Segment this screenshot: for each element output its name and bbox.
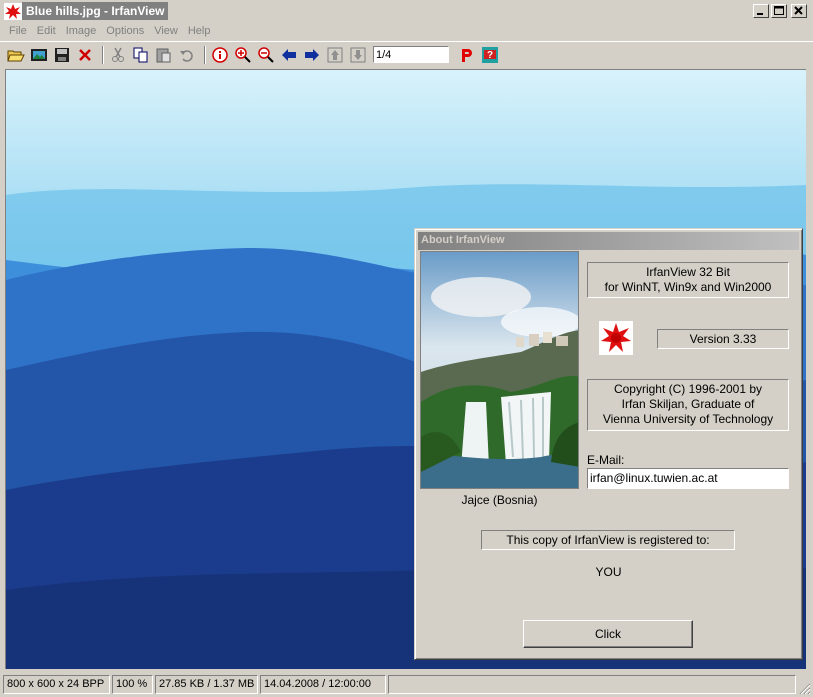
irfanview-logo-icon: [4, 3, 22, 20]
copyright-line1: Copyright (C) 1996-2001 by: [613, 382, 763, 396]
app-name-line2: for WinNT, Win9x and Win2000: [604, 280, 772, 294]
registered-name: YOU: [595, 565, 622, 579]
last-file-button[interactable]: [348, 45, 368, 65]
save-icon: [55, 47, 69, 62]
zoom-in-button[interactable]: [233, 45, 253, 65]
toolbar-separator: [102, 45, 104, 64]
dialog-title: About IrfanView: [418, 232, 799, 250]
last-file-icon: [350, 47, 366, 62]
status-dimensions: 800 x 600 x 24 BPP: [3, 675, 110, 694]
copyright-line3: Vienna University of Technology: [602, 412, 774, 426]
status-zoom: 100 %: [112, 675, 153, 694]
waterfall-photo: [420, 251, 579, 489]
menu-help[interactable]: Help: [183, 25, 216, 37]
maximize-icon: [774, 6, 784, 15]
minimize-icon: [757, 13, 763, 15]
svg-text:?: ?: [487, 50, 493, 61]
help-button[interactable]: ?: [480, 45, 500, 65]
menu-file[interactable]: File: [4, 25, 32, 37]
app-name-box: IrfanView 32 Bit for WinNT, Win9x and Wi…: [587, 262, 789, 298]
zoom-out-icon: [258, 46, 274, 63]
version-label: Version 3.33: [689, 332, 757, 346]
jajce-waterfall-image: [421, 252, 578, 488]
print-icon: [462, 48, 472, 62]
close-icon: [794, 6, 803, 15]
open-folder-icon: [7, 50, 25, 61]
next-button[interactable]: [302, 45, 322, 65]
about-dialog: About IrfanView Jajce (Bosnia) IrfanView…: [414, 228, 803, 660]
open-button[interactable]: [6, 45, 26, 65]
zoom-out-button[interactable]: [256, 45, 276, 65]
maximize-button[interactable]: [771, 4, 787, 18]
zoom-in-icon: [235, 46, 251, 63]
status-empty: [388, 675, 796, 694]
copyright-box: Copyright (C) 1996-2001 by Irfan Skiljan…: [587, 379, 789, 431]
registered-label: This copy of IrfanView is registered to:: [506, 533, 710, 547]
resize-grip-icon[interactable]: [799, 683, 811, 695]
menu-image[interactable]: Image: [61, 25, 102, 37]
email-field[interactable]: irfan@linux.tuwien.ac.at: [587, 468, 789, 489]
irfanview-logo-icon: [599, 321, 633, 355]
toolbar: ?: [0, 41, 813, 67]
close-button[interactable]: [791, 4, 807, 18]
window-title: Blue hills.jpg - IrfanView: [26, 4, 165, 18]
paste-icon: [156, 48, 171, 62]
status-date: 14.04.2008 / 12:00:00: [260, 675, 386, 694]
next-icon: [305, 48, 319, 61]
email-label: E-Mail:: [587, 453, 625, 467]
app-name-line1: IrfanView 32 Bit: [646, 265, 730, 279]
info-button[interactable]: [210, 45, 230, 65]
window-title-box: Blue hills.jpg - IrfanView: [22, 2, 169, 20]
previous-button[interactable]: [279, 45, 299, 65]
menu-bar: File Edit Image Options View Help: [0, 22, 813, 40]
copy-icon: [133, 47, 148, 62]
paste-button[interactable]: [154, 45, 174, 65]
version-box: Version 3.33: [657, 329, 789, 349]
first-file-button[interactable]: [325, 45, 345, 65]
window-controls: [751, 4, 807, 18]
save-button[interactable]: [52, 45, 72, 65]
cut-button[interactable]: [108, 45, 128, 65]
delete-icon: [79, 48, 91, 61]
help-icon: ?: [482, 46, 498, 63]
menu-edit[interactable]: Edit: [32, 25, 61, 37]
copy-button[interactable]: [131, 45, 151, 65]
menu-view[interactable]: View: [149, 25, 183, 37]
undo-button[interactable]: [177, 45, 197, 65]
previous-icon: [282, 48, 296, 61]
cut-icon: [112, 47, 124, 62]
status-file-size: 27.85 KB / 1.37 MB: [155, 675, 258, 694]
menu-options[interactable]: Options: [101, 25, 149, 37]
registered-box: This copy of IrfanView is registered to:: [481, 530, 735, 550]
title-bar: Blue hills.jpg - IrfanView: [0, 0, 813, 22]
slideshow-button[interactable]: [29, 45, 49, 65]
photo-caption: Jajce (Bosnia): [461, 493, 538, 507]
click-button[interactable]: Click: [523, 620, 693, 648]
slideshow-icon: [31, 48, 47, 61]
undo-icon: [180, 49, 193, 62]
toolbar-separator: [204, 45, 206, 64]
first-file-icon: [327, 47, 343, 62]
status-bar: 800 x 600 x 24 BPP 100 % 27.85 KB / 1.37…: [0, 672, 813, 697]
copyright-line2: Irfan Skiljan, Graduate of: [621, 397, 755, 411]
minimize-button[interactable]: [753, 4, 769, 18]
page-number-field[interactable]: [373, 46, 449, 63]
print-button[interactable]: [457, 45, 477, 65]
info-icon: [212, 46, 228, 63]
delete-button[interactable]: [75, 45, 95, 65]
